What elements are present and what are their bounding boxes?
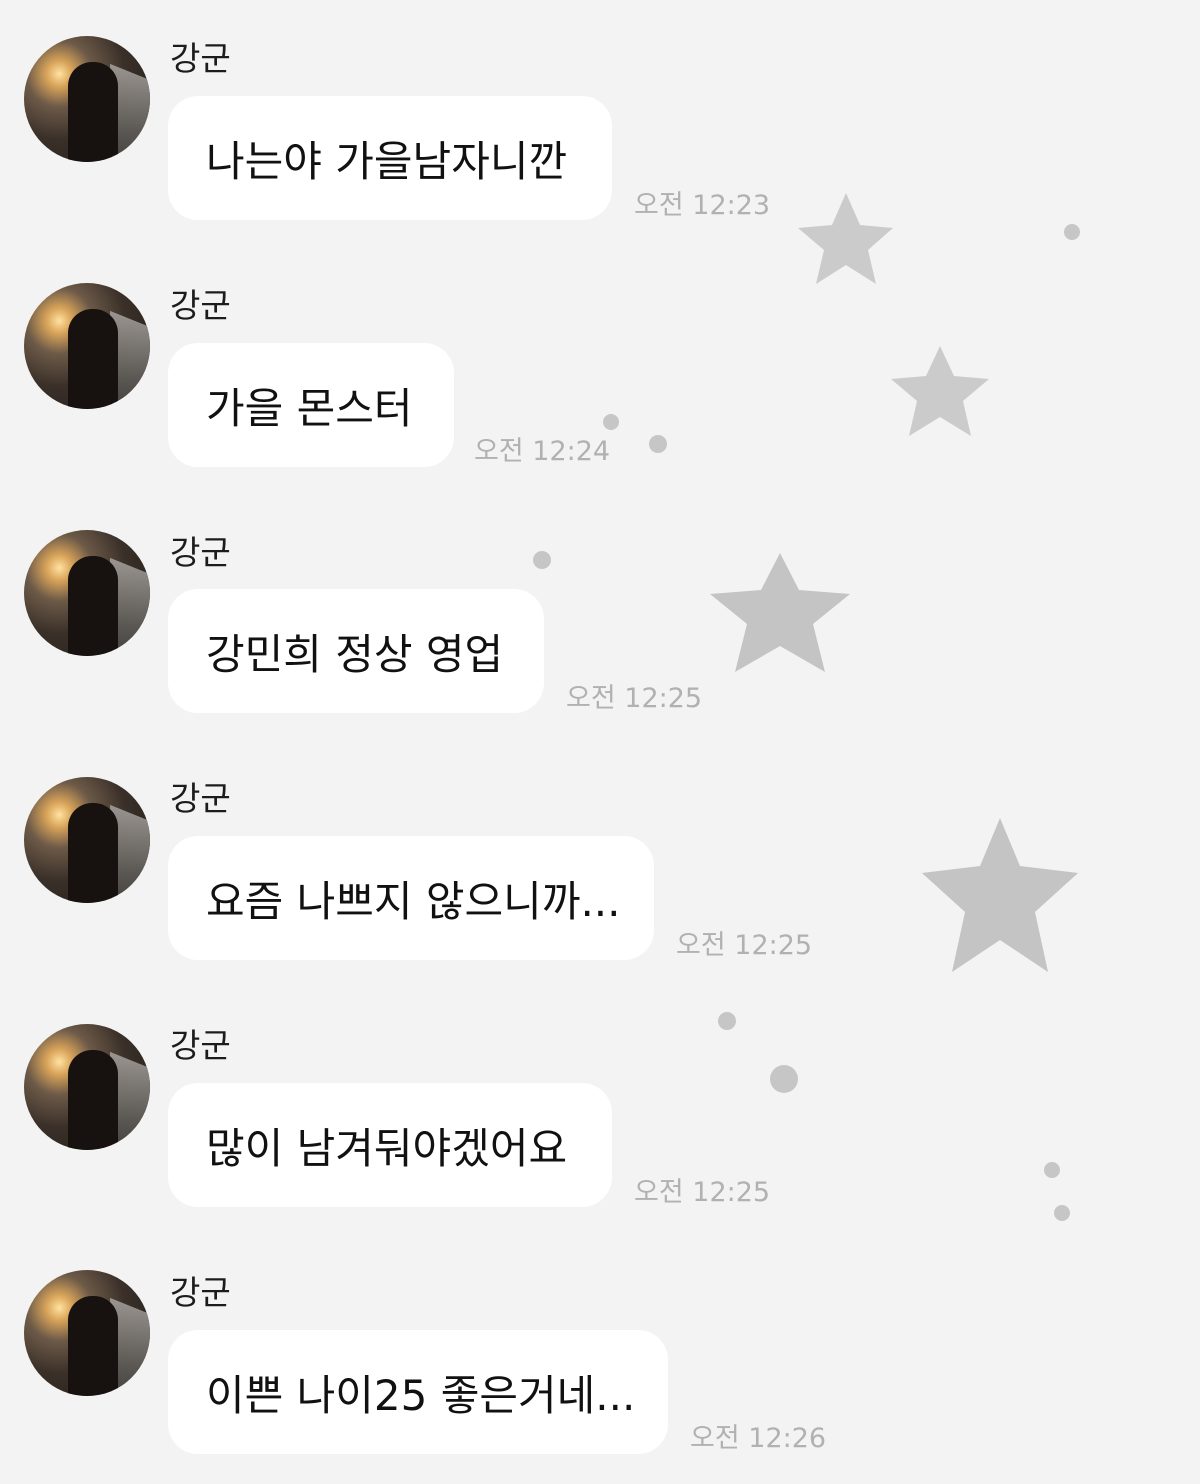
message-timestamp: 오전 12:24: [474, 436, 611, 467]
message-timestamp: 오전 12:23: [634, 190, 771, 221]
dot-icon: [1064, 224, 1080, 240]
star-icon: [891, 346, 989, 436]
sender-name: 강군: [170, 1026, 231, 1065]
avatar[interactable]: [24, 283, 150, 409]
message-timestamp: 오전 12:25: [676, 930, 813, 961]
avatar[interactable]: [24, 36, 150, 162]
message-bubble[interactable]: 많이 남겨둬야겠어요: [168, 1083, 612, 1207]
star-icon: [922, 818, 1078, 972]
sender-name: 강군: [170, 533, 231, 572]
sender-name: 강군: [170, 39, 231, 78]
star-background: [533, 193, 1080, 1221]
message-bubble[interactable]: 가을 몬스터: [168, 343, 454, 467]
sender-name: 강군: [170, 1273, 231, 1312]
sender-name: 강군: [170, 779, 231, 818]
message-bubble[interactable]: 요즘 나쁘지 않으니까...: [168, 836, 654, 960]
star-icon: [798, 193, 893, 284]
star-icon: [710, 553, 850, 672]
dot-icon: [1054, 1205, 1070, 1221]
dot-icon: [533, 551, 551, 569]
message-timestamp: 오전 12:26: [690, 1423, 827, 1454]
avatar[interactable]: [24, 1270, 150, 1396]
message-timestamp: 오전 12:25: [634, 1177, 771, 1208]
sender-name: 강군: [170, 286, 231, 325]
message-bubble[interactable]: 강민희 정상 영업: [168, 589, 544, 713]
avatar[interactable]: [24, 1024, 150, 1150]
dot-icon: [1044, 1162, 1060, 1178]
message-timestamp: 오전 12:25: [566, 683, 703, 714]
avatar[interactable]: [24, 530, 150, 656]
avatar[interactable]: [24, 777, 150, 903]
dot-icon: [718, 1012, 736, 1030]
dot-icon: [603, 414, 619, 430]
dot-icon: [770, 1065, 798, 1093]
message-bubble[interactable]: 이쁜 나이25 좋은거네...: [168, 1330, 668, 1454]
message-bubble[interactable]: 나는야 가을남자니깐: [168, 96, 612, 220]
dot-icon: [649, 435, 667, 453]
